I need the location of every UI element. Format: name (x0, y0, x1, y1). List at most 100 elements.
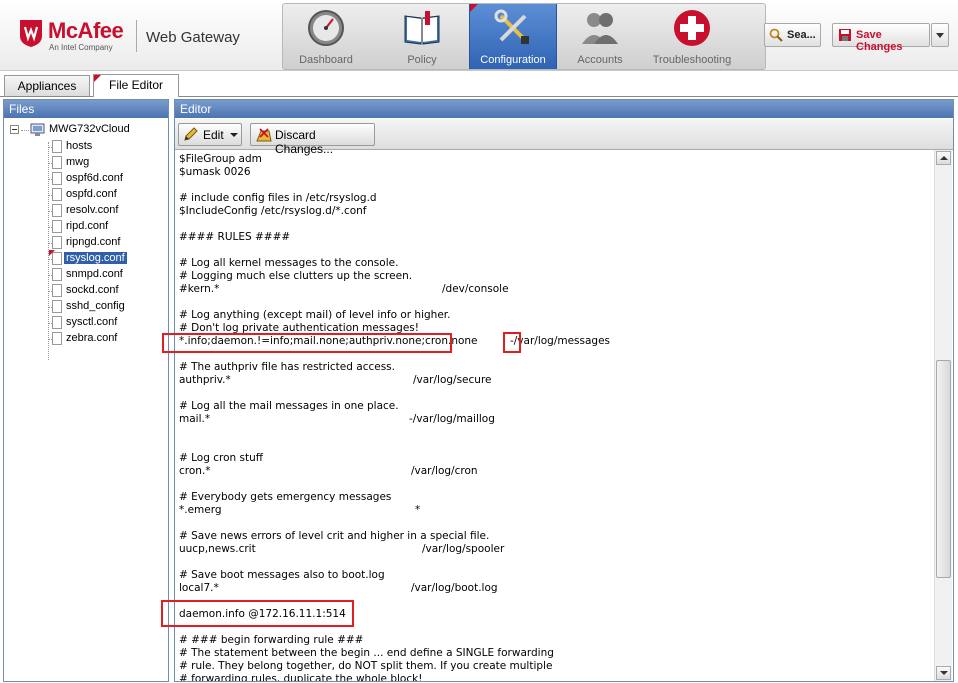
nav-policy-label: Policy (407, 54, 437, 66)
code-line: authpriv.* /var/log/secure (179, 374, 492, 387)
file-icon (52, 316, 62, 329)
book-icon (404, 11, 440, 45)
nav-accounts-label: Accounts (577, 54, 623, 66)
file-name: resolv.conf (66, 204, 119, 216)
code-line: #### RULES #### (179, 231, 290, 244)
code-line: # ### begin forwarding rule ### (179, 634, 363, 647)
file-name: ospf6d.conf (66, 172, 123, 184)
editor-panel: Editor Edit Discard Changes... $FileGrou… (174, 99, 954, 682)
code-line-text: # Logging much else clutters up the scre… (179, 270, 413, 282)
chevron-down-icon (936, 33, 944, 38)
nav-policy[interactable]: Policy (379, 4, 465, 69)
code-line: cron.* /var/log/cron (179, 465, 478, 478)
code-line-text: $umask 0026 (179, 166, 251, 178)
file-name: ripd.conf (66, 220, 109, 232)
file-name: rsyslog.conf (64, 252, 127, 264)
collapse-toggle[interactable] (10, 125, 19, 134)
users-icon (582, 13, 618, 44)
nav-configuration-label: Configuration (480, 54, 546, 66)
chevron-down-icon (940, 671, 948, 675)
code-line-text: #### RULES #### (179, 231, 291, 243)
editor-panel-title: Editor (175, 100, 953, 118)
file-name: hosts (66, 140, 93, 152)
save-changes-button[interactable]: Save Changes (832, 23, 930, 53)
code-line-target: -/var/log/maillog (409, 413, 495, 425)
code-line-text: # Save boot messages also to boot.log (179, 569, 385, 581)
brand-name: McAfee (48, 18, 124, 43)
highlight-dash-box (503, 332, 521, 353)
file-name: sysctl.conf (66, 316, 118, 328)
medical-cross-icon (674, 10, 710, 46)
code-line-text: # The authpriv file has restricted acces… (179, 361, 395, 373)
nav-troubleshooting-label: Troubleshooting (652, 54, 732, 66)
code-line: # The statement between the begin ... en… (179, 647, 554, 660)
file-icon (52, 204, 62, 217)
scroll-down-button[interactable] (936, 666, 951, 680)
file-icon (52, 172, 62, 185)
file-icon (52, 332, 62, 345)
code-line-target: /var/log/secure (413, 374, 492, 386)
file-icon (52, 300, 62, 313)
code-line: # Logging much else clutters up the scre… (179, 270, 412, 283)
save-icon (839, 29, 851, 41)
active-flag-icon (94, 75, 101, 82)
code-line: # rule. They belong together, do NOT spl… (179, 660, 552, 673)
tab-appliances[interactable]: Appliances (4, 75, 90, 96)
code-line: *.emerg * (179, 504, 420, 517)
code-line-text: # Log cron stuff (179, 452, 263, 464)
file-name: zebra.conf (66, 332, 118, 344)
code-line: # Save boot messages also to boot.log (179, 569, 385, 582)
highlight-forward-rule-box (161, 600, 354, 627)
nav-accounts[interactable]: Accounts (557, 4, 643, 69)
save-options-dropdown[interactable] (931, 23, 949, 47)
search-button[interactable]: Sea... (764, 23, 821, 47)
nav-configuration[interactable]: Configuration (469, 4, 557, 69)
code-line-text: # Everybody gets emergency messages (179, 491, 392, 503)
code-line: local7.* /var/log/boot.log (179, 582, 498, 595)
nav-dashboard[interactable]: Dashboard (283, 4, 369, 69)
edit-menu-button[interactable]: Edit (178, 123, 242, 146)
mcafee-shield-icon (20, 20, 42, 47)
main-nav: Dashboard Policy Configuration Accounts … (282, 3, 766, 70)
editor-toolbar: Edit Discard Changes... (175, 119, 953, 156)
code-line: #kern.* /dev/console (179, 283, 509, 296)
brand-tagline: An Intel Company (49, 43, 113, 52)
code-line: $IncludeConfig /etc/rsyslog.d/*.conf (179, 205, 367, 218)
code-line-target: /dev/console (442, 283, 509, 295)
editor-scrollbar[interactable] (934, 150, 952, 681)
discard-icon (256, 128, 272, 142)
file-name: sockd.conf (66, 284, 119, 296)
file-name: snmpd.conf (66, 268, 123, 280)
code-line-text: # Log all the mail messages in one place… (179, 400, 399, 412)
file-icon (52, 156, 62, 169)
tab-file-editor-label: File Editor (108, 78, 164, 92)
nav-dashboard-label: Dashboard (299, 54, 353, 66)
tree-root-label[interactable]: MWG732vCloud (49, 123, 130, 135)
search-button-label: Sea... (787, 29, 816, 41)
code-line-text: # rule. They belong together, do NOT spl… (179, 660, 553, 672)
code-line-text: # ### begin forwarding rule ### (179, 634, 364, 646)
file-icon (52, 284, 62, 297)
tab-bar: Appliances File Editor (0, 71, 958, 97)
file-icon (52, 220, 62, 233)
modified-flag-icon (49, 250, 55, 256)
file-name: ospfd.conf (66, 188, 117, 200)
scroll-thumb[interactable] (936, 360, 951, 578)
file-name: mwg (66, 156, 90, 168)
file-icon (52, 268, 62, 281)
minus-icon (12, 129, 17, 130)
nav-troubleshooting[interactable]: Troubleshooting (645, 4, 739, 69)
chevron-up-icon (940, 156, 948, 160)
server-icon (30, 123, 45, 136)
product-name: Web Gateway (146, 29, 240, 46)
file-icon (52, 236, 62, 249)
tab-file-editor[interactable]: File Editor (93, 74, 179, 97)
code-line-target: -/var/log/messages (510, 335, 611, 347)
code-line-text: # forwarding rules, duplicate the whole … (179, 673, 423, 681)
code-line-text: # Log anything (except mail) of level in… (179, 309, 451, 321)
discard-changes-button[interactable]: Discard Changes... (250, 123, 375, 156)
code-line: # Log all the mail messages in one place… (179, 400, 399, 413)
scroll-up-button[interactable] (936, 151, 951, 165)
code-line: # Log cron stuff (179, 452, 263, 465)
code-line-target: * (415, 504, 421, 516)
